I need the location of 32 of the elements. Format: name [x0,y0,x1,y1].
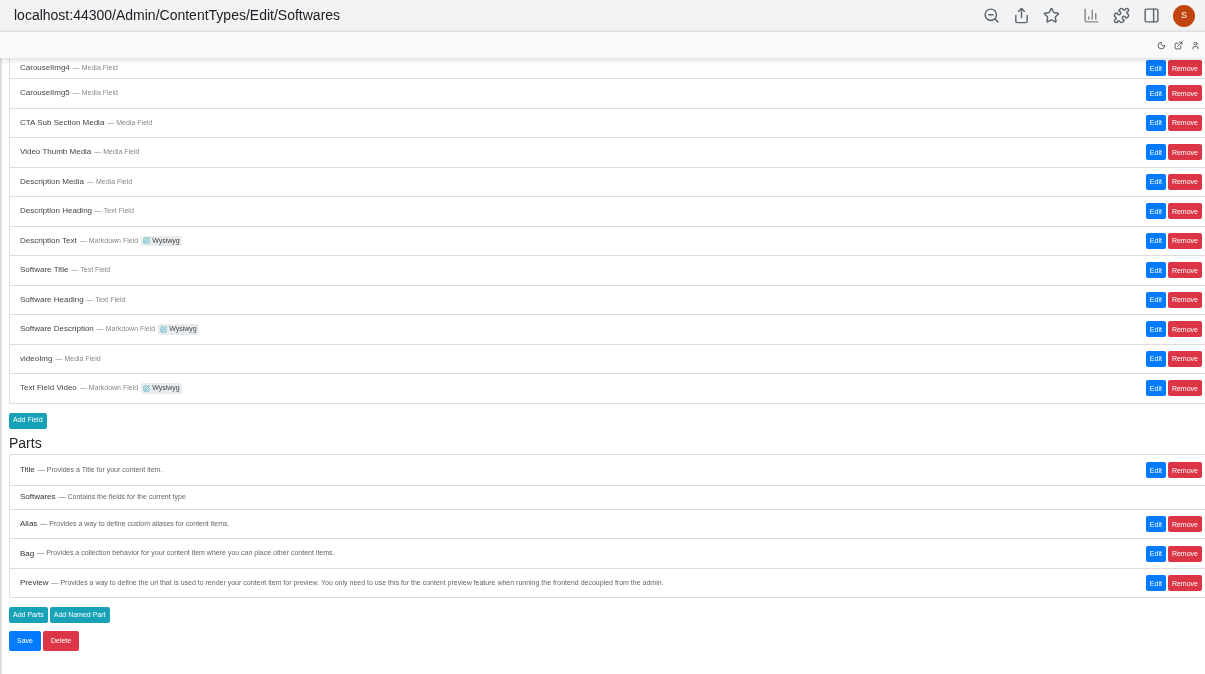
field-name: Software Title [20,264,69,277]
sidebar-icon[interactable] [1143,7,1160,24]
field-name: CTA Sub Section Media [20,116,105,129]
share-icon[interactable] [1013,7,1030,24]
field-name: CarouselImg4 [20,62,70,74]
external-link-icon[interactable] [1174,40,1183,50]
field-name: Video Thumb Media [20,146,92,159]
part-name: Bag [20,547,35,560]
edit-icon [143,237,151,245]
edit-icon [160,325,168,333]
profile-avatar[interactable]: S [1173,4,1195,27]
part-name: Softwares [20,491,56,504]
field-name: Software Heading [20,293,84,306]
user-icon[interactable] [1191,40,1200,50]
puzzle-icon[interactable] [1113,7,1130,24]
field-name: Description Media [20,175,85,188]
field-name: Software Description [20,323,94,336]
zoom-out-icon[interactable] [983,7,1000,24]
field-name: videoImg [20,352,53,365]
part-name: Alias [20,518,38,530]
part-name: Preview [20,577,49,589]
field-name: Text Field Video [20,382,77,395]
field-name: Description Text [20,234,77,247]
field-name: Description Heading [20,205,93,218]
url-text[interactable]: localhost:44300/Admin/ContentTypes/Edit/Softwares [14,5,983,26]
star-icon[interactable] [1043,7,1060,24]
edit-icon [143,384,151,392]
part-name: Title [20,464,35,476]
field-name: CarouselImg5 [20,87,70,100]
parts-heading: Parts [9,434,43,453]
moon-icon[interactable] [1157,40,1166,50]
chart-icon[interactable] [1083,7,1100,24]
